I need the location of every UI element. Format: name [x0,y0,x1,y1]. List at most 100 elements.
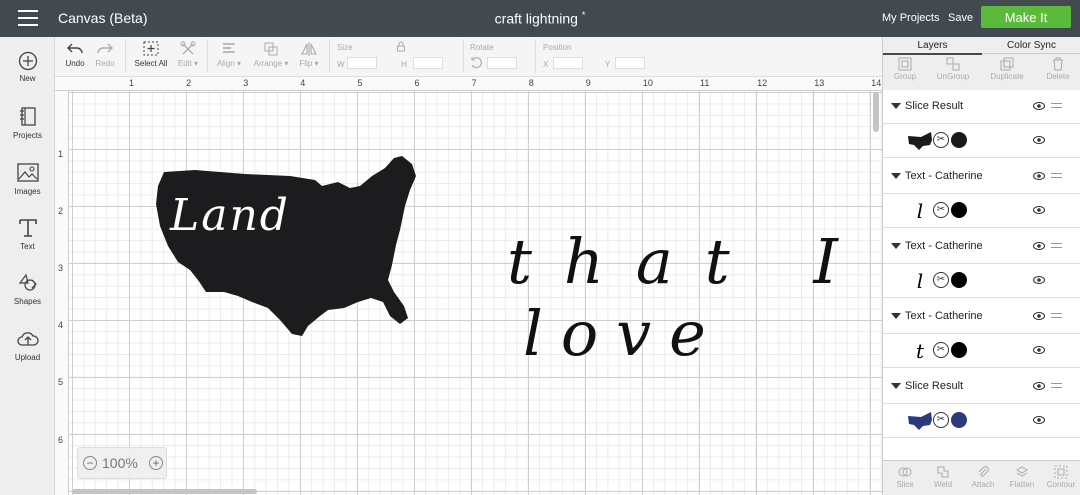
ungroup-button[interactable]: UnGroup [928,57,978,81]
make-it-button[interactable]: Make It [981,6,1071,28]
layer-color-swatch[interactable] [951,272,967,288]
save-button[interactable]: Save [948,12,973,24]
cut-type-icon[interactable]: ✂ [933,132,949,148]
dropdown-caret-icon: ▾ [282,59,289,68]
duplicate-button[interactable]: Duplicate [982,57,1032,81]
layer-child-row[interactable]: l ✂ [883,264,1080,298]
layer-thumbnail-glyph: t [915,339,925,363]
layer-group-row[interactable]: Text - Catherine [883,230,1080,264]
layer-color-swatch[interactable] [951,412,967,428]
drag-handle-icon[interactable] [1051,173,1062,181]
eye-icon[interactable] [1033,206,1045,214]
duplicate-label: Duplicate [990,72,1024,81]
sidebar-item-images[interactable]: Images [0,162,55,196]
attach-button[interactable]: Attach [963,465,1003,489]
ruler-tick-label: 1 [129,78,135,88]
hamburger-menu-icon[interactable] [18,10,38,26]
ruler-tick-label: 3 [58,263,64,274]
eye-icon[interactable] [1033,416,1045,424]
eye-icon[interactable] [1033,312,1045,320]
weld-button[interactable]: Weld [923,465,963,489]
text-land[interactable]: Land [170,190,290,241]
text-that-i[interactable]: that I [507,225,870,298]
layer-color-swatch[interactable] [951,132,967,148]
tab-color-sync[interactable]: Color Sync [982,40,1080,51]
eye-icon[interactable] [1033,172,1045,180]
redo-button[interactable]: Redo [93,41,117,68]
drag-handle-icon[interactable] [1051,313,1062,321]
vertical-scrollbar[interactable] [873,92,879,132]
layer-group-row[interactable]: Text - Catherine [883,300,1080,334]
eye-icon[interactable] [1033,136,1045,144]
collapse-caret-icon[interactable] [891,103,901,109]
ruler-tick-label: 7 [471,78,477,88]
panel-tabs: Layers Color Sync [883,37,1080,55]
layer-child-row[interactable]: l ✂ [883,194,1080,228]
cut-type-icon[interactable]: ✂ [933,272,949,288]
book-icon [19,107,36,126]
height-input[interactable] [413,57,443,69]
delete-button[interactable]: Delete [1033,57,1080,81]
eye-icon[interactable] [1033,382,1045,390]
undo-button[interactable]: Undo [63,41,87,68]
ruler-tick-label: 2 [58,206,64,217]
collapse-caret-icon[interactable] [891,243,901,249]
eye-icon[interactable] [1033,346,1045,354]
tab-layers[interactable]: Layers [883,40,982,55]
zoom-in-button[interactable]: + [149,456,163,470]
y-input[interactable] [615,57,645,69]
drag-handle-icon[interactable] [1051,103,1062,111]
rotate-input[interactable] [487,57,517,69]
select-all-label: Select All [134,59,168,68]
drag-handle-icon[interactable] [1051,243,1062,251]
select-all-button[interactable]: Select All [133,41,169,68]
eye-icon[interactable] [1033,276,1045,284]
arrange-button[interactable]: Arrange ▾ [251,41,291,68]
eye-icon[interactable] [1033,242,1045,250]
sidebar-item-new[interactable]: New [0,51,55,83]
collapse-caret-icon[interactable] [891,383,901,389]
text-love[interactable]: love [523,297,724,370]
sidebar-item-shapes[interactable]: Shapes [0,272,55,306]
layer-thumbnail-glyph: l [916,269,924,293]
layer-group-row[interactable]: Slice Result [883,370,1080,404]
cut-type-icon[interactable]: ✂ [933,342,949,358]
sidebar-item-projects[interactable]: Projects [0,106,55,140]
ruler-tick-label: 13 [814,78,825,88]
layer-group-row[interactable]: Slice Result [883,90,1080,124]
zoom-out-button[interactable]: − [83,456,97,470]
lock-icon[interactable] [396,39,406,57]
my-projects-link[interactable]: My Projects [882,12,939,24]
eye-icon[interactable] [1033,102,1045,110]
layer-color-swatch[interactable] [951,342,967,358]
layer-child-row[interactable]: ✂ [883,124,1080,158]
sidebar-item-upload[interactable]: Upload [0,328,55,362]
group-button[interactable]: Group [880,57,930,81]
flatten-button[interactable]: Flatten [1002,465,1042,489]
contour-button[interactable]: Contour [1041,465,1080,489]
flip-button[interactable]: Flip ▾ [295,41,323,68]
align-icon [223,43,235,53]
edit-button[interactable]: Edit ▾ [175,41,201,68]
drag-handle-icon[interactable] [1051,383,1062,391]
slice-label: Slice [896,480,914,489]
layer-group-row[interactable]: Text - Catherine [883,160,1080,194]
collapse-caret-icon[interactable] [891,313,901,319]
cut-type-icon[interactable]: ✂ [933,412,949,428]
sidebar-item-text[interactable]: Text [0,217,55,251]
usa-map-shape[interactable] [150,150,420,340]
collapse-caret-icon[interactable] [891,173,901,179]
sidebar-item-label: Shapes [13,297,42,306]
layer-child-row[interactable]: t ✂ [883,334,1080,368]
slice-button[interactable]: Slice [885,465,925,489]
layer-color-swatch[interactable] [951,202,967,218]
document-name[interactable]: craft lightning [495,11,578,27]
layer-child-row[interactable]: ✂ [883,404,1080,438]
x-input[interactable] [553,57,583,69]
ruler-tick-label: 4 [58,320,64,331]
zoom-control: − 100% + [77,447,167,479]
horizontal-scrollbar[interactable] [72,489,257,494]
width-input[interactable] [347,57,377,69]
cut-type-icon[interactable]: ✂ [933,202,949,218]
align-button[interactable]: Align ▾ [213,41,245,68]
